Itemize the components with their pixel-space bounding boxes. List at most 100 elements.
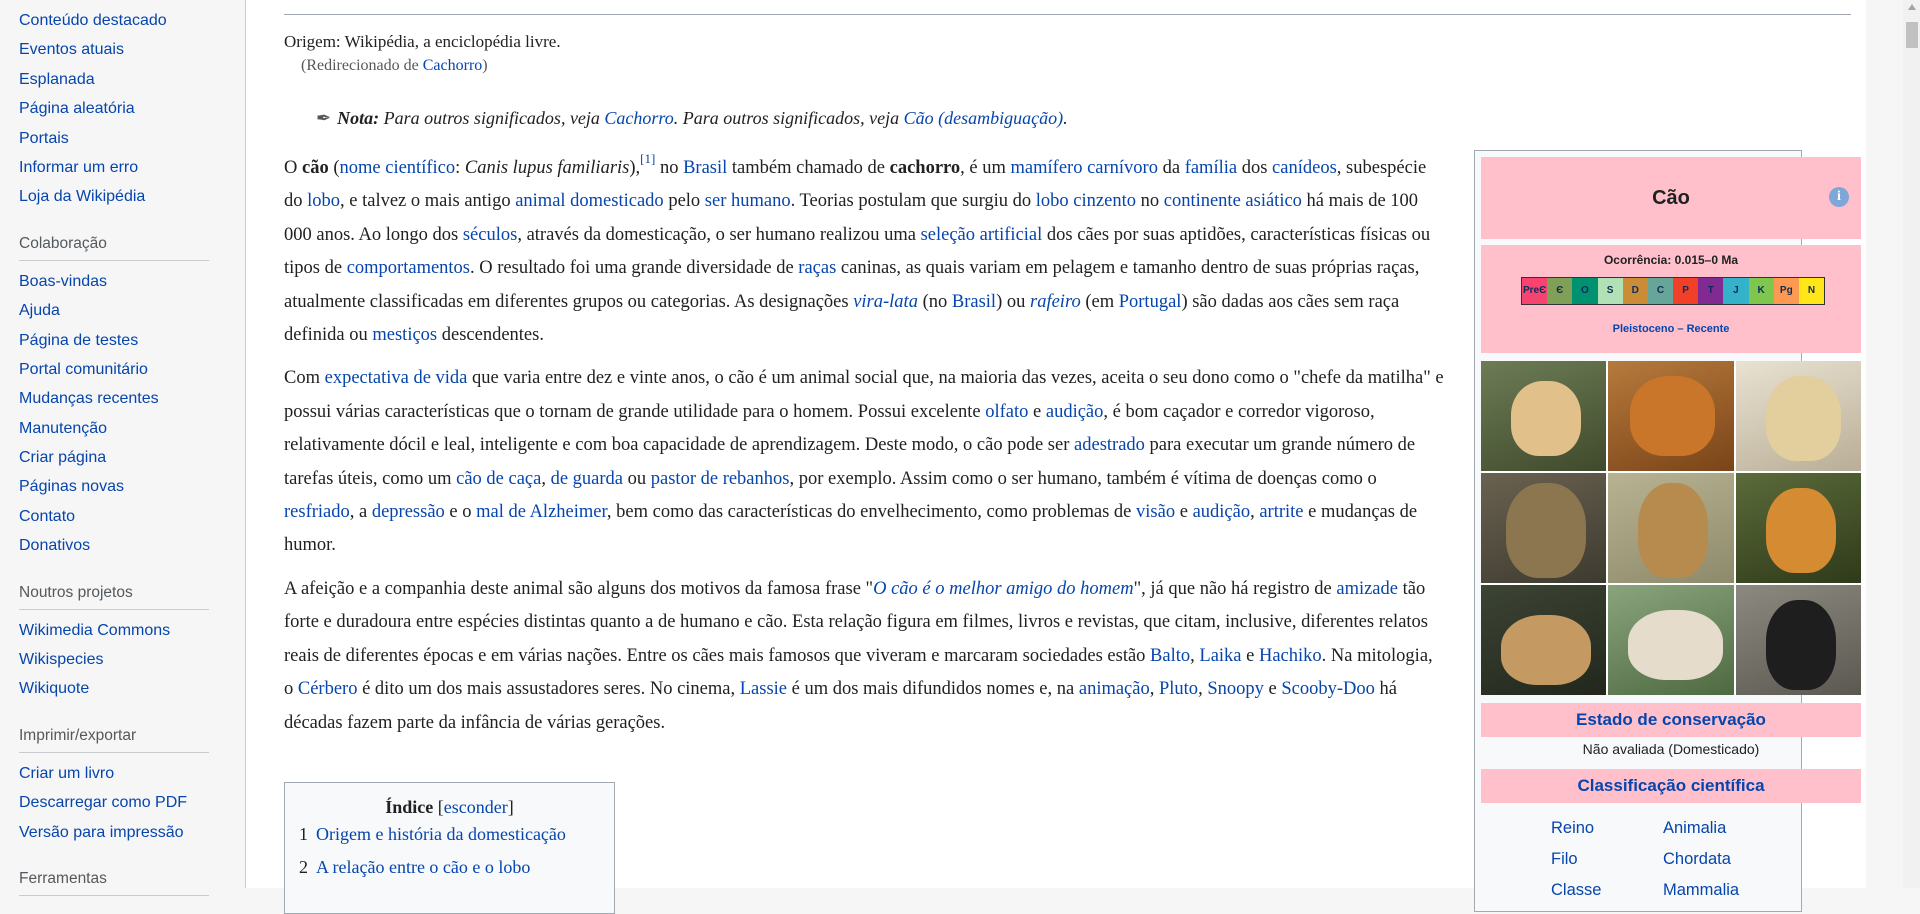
sidebar-item-download-pdf[interactable]: Descarregar como PDF [19,788,246,817]
sidebar-item-current-events[interactable]: Eventos atuais [19,35,246,64]
sidebar-item-create-page[interactable]: Criar página [19,443,246,472]
toc-toggle[interactable]: esconder [444,797,508,817]
dog-photo[interactable] [1481,361,1607,471]
redirect-notice: (Redirecionado de Cachorro) [301,57,488,75]
dog-photo[interactable] [1481,585,1607,695]
collab-heading: Colaboração [19,232,209,261]
infobox: Cão i Ocorrência: 0.015–0 Ma PreЄ Є O S D C P T… [1474,150,1861,912]
dog-photo[interactable] [1735,585,1861,695]
timeline-period[interactable]: PreЄ [1522,278,1548,304]
hatnote-link-cachorro[interactable]: Cachorro [604,108,673,128]
conservation-heading[interactable]: Estado de conservação [1481,703,1861,737]
hatnote-end: . [1063,108,1068,128]
scroll-up-arrow-icon[interactable] [1908,4,1916,10]
scroll-thumb[interactable] [1906,22,1918,48]
sidebar-item-welcome[interactable]: Boas-vindas [19,267,246,296]
vertical-scrollbar[interactable] [1903,0,1920,888]
site-subtitle: Origem: Wikipédia, a enciclopédia livre. [284,32,561,51]
occurrence-label: Ocorrência: 0.015–0 Ma [1603,253,1739,267]
sidebar-item-wikispecies[interactable]: Wikispecies [19,645,246,674]
toc-number: 1 [299,824,308,844]
dog-image-grid [1481,361,1861,695]
sidebar-item-community[interactable]: Portal comunitário [19,355,246,384]
hatnote-text-2: . Para outros significados, veja [673,108,904,128]
timeline-period[interactable]: P [1673,278,1699,304]
taxon-value[interactable]: Chordata [1663,850,1775,869]
toc-title: Índice [esconder] [385,797,514,817]
infobox-title: Cão [1481,157,1861,239]
sidebar-item-recent-changes[interactable]: Mudanças recentes [19,384,246,413]
sidebar-item-random[interactable]: Página aleatória [19,94,246,123]
paragraph-3: A afeição e a companhia deste animal são… [284,578,1433,733]
dog-photo[interactable] [1735,361,1861,471]
hatnote: ✒ Nota: Para outros significados, veja Ca… [316,108,1068,129]
fossil-range: Ocorrência: 0.015–0 Ma PreЄ Є O S D C P T J K Pg N … [1481,245,1861,353]
tools-portal: Ferramentas [0,867,246,896]
print-heading: Imprimir/exportar [19,724,209,753]
dog-photo[interactable] [1481,473,1607,583]
sidebar-item-report-error[interactable]: Informar um erro [19,153,246,182]
sidebar: Conteúdo destacado Eventos atuais Esplan… [0,0,246,896]
dog-photo[interactable] [1735,473,1861,583]
timeline-period[interactable]: S [1597,278,1623,304]
conservation-status: Não avaliada (Domesticado) [1582,741,1760,757]
sidebar-item-new-pages[interactable]: Páginas novas [19,472,246,501]
timeline-period[interactable]: J [1723,278,1749,304]
sidebar-item-commons[interactable]: Wikimedia Commons [19,616,246,645]
sidebar-item-printable[interactable]: Versão para impressão [19,818,246,847]
toc-number: 2 [299,857,308,877]
paragraph-1: O cão (nome científico: Canis lupus fami… [284,151,1431,346]
toc-heading: Índice [385,797,434,817]
range-link[interactable]: Pleistoceno – Recente [1481,323,1861,335]
hatnote-link-disambiguation[interactable]: Cão (desambiguação) [904,108,1063,128]
classification-heading[interactable]: Classificação científica [1481,769,1861,803]
taxon-rank[interactable]: Reino [1551,819,1663,838]
taxon-row-class: Classe Mammalia [1551,881,1851,900]
sidebar-item-donate[interactable]: Donativos [19,531,246,560]
print-portal: Imprimir/exportar Criar um livro Descarr… [0,724,246,847]
redirect-link[interactable]: Cachorro [423,57,483,74]
dog-photo[interactable] [1608,361,1734,471]
timeline-period[interactable]: D [1622,278,1648,304]
taxon-rank[interactable]: Filo [1551,850,1663,869]
dog-photo[interactable] [1608,585,1734,695]
taxon-value[interactable]: Animalia [1663,819,1775,838]
sidebar-item-maintenance[interactable]: Manutenção [19,414,246,443]
timeline-period[interactable]: Pg [1773,278,1799,304]
toc-link[interactable]: Origem e história da domesticação [316,824,566,844]
taxon-value[interactable]: Mammalia [1663,881,1775,900]
projects-heading: Noutros projetos [19,581,209,610]
timeline-period[interactable]: C [1647,278,1674,304]
disambiguation-icon: ✒ [316,108,332,128]
redirect-suffix: ) [482,57,488,74]
timeline-period[interactable]: Є [1547,278,1573,304]
sidebar-item-sandbox[interactable]: Página de testes [19,326,246,355]
timeline-period[interactable]: N [1798,278,1825,304]
sidebar-item-portals[interactable]: Portais [19,124,246,153]
nav-portal: Conteúdo destacado Eventos atuais Esplan… [0,6,246,212]
toc-item[interactable]: 1 Origem e história da domesticação [299,818,614,851]
paragraph-2: Com expectativa de vida que varia entre … [284,368,1444,556]
toc-link[interactable]: A relação entre o cão e o lobo [316,857,530,877]
sidebar-item-contact[interactable]: Contato [19,502,246,531]
geologic-timeline: PreЄ Є O S D C P T J K Pg N [1521,277,1825,305]
sidebar-item-store[interactable]: Loja da Wikipédia [19,182,246,211]
taxon-row-phylum: Filo Chordata [1551,850,1851,869]
timeline-period[interactable]: O [1572,278,1598,304]
redirect-prefix: (Redirecionado de [301,57,423,74]
collab-portal: Colaboração Boas-vindas Ajuda Página de … [0,232,246,561]
sidebar-item-esplanada[interactable]: Esplanada [19,65,246,94]
toc-item[interactable]: 2 A relação entre o cão e o lobo [299,851,614,884]
sidebar-item-help[interactable]: Ajuda [19,296,246,325]
heading-rule [284,14,1851,15]
timeline-period[interactable]: K [1748,278,1774,304]
timeline-period[interactable]: T [1698,278,1724,304]
info-icon[interactable]: i [1829,187,1849,207]
article-body: O cão (nome científico: Canis lupus fami… [284,152,1446,750]
sidebar-item-featured[interactable]: Conteúdo destacado [19,6,246,35]
taxon-rank[interactable]: Classe [1551,881,1663,900]
sidebar-item-wikiquote[interactable]: Wikiquote [19,674,246,703]
dog-photo[interactable] [1608,473,1734,583]
hatnote-label: Nota: [337,108,380,128]
sidebar-item-create-book[interactable]: Criar um livro [19,759,246,788]
